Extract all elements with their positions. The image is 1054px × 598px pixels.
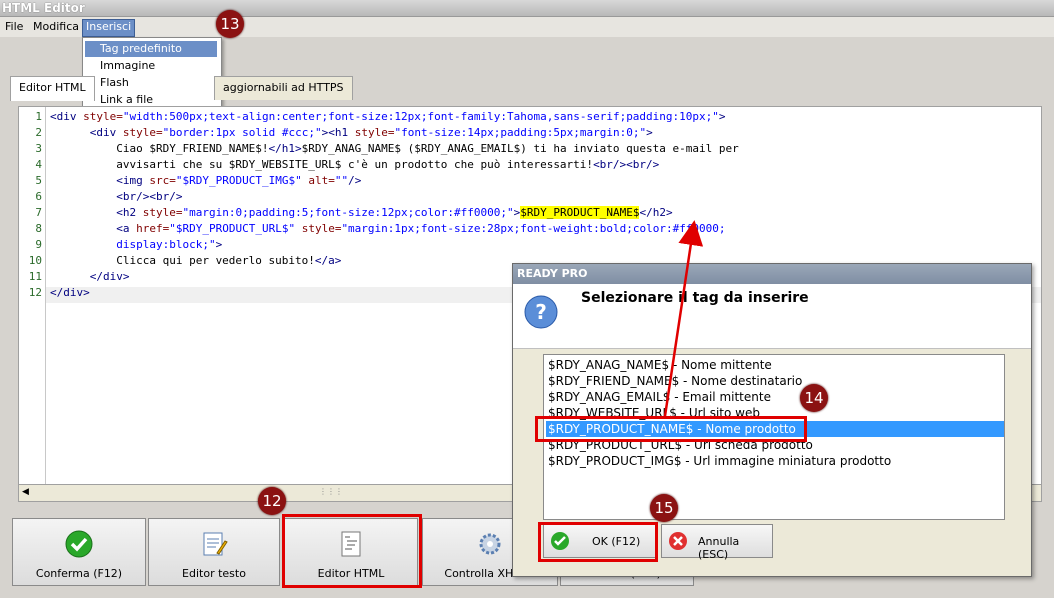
annotation-arrow xyxy=(663,220,704,417)
tab-editor-html[interactable]: Editor HTML xyxy=(10,76,95,101)
